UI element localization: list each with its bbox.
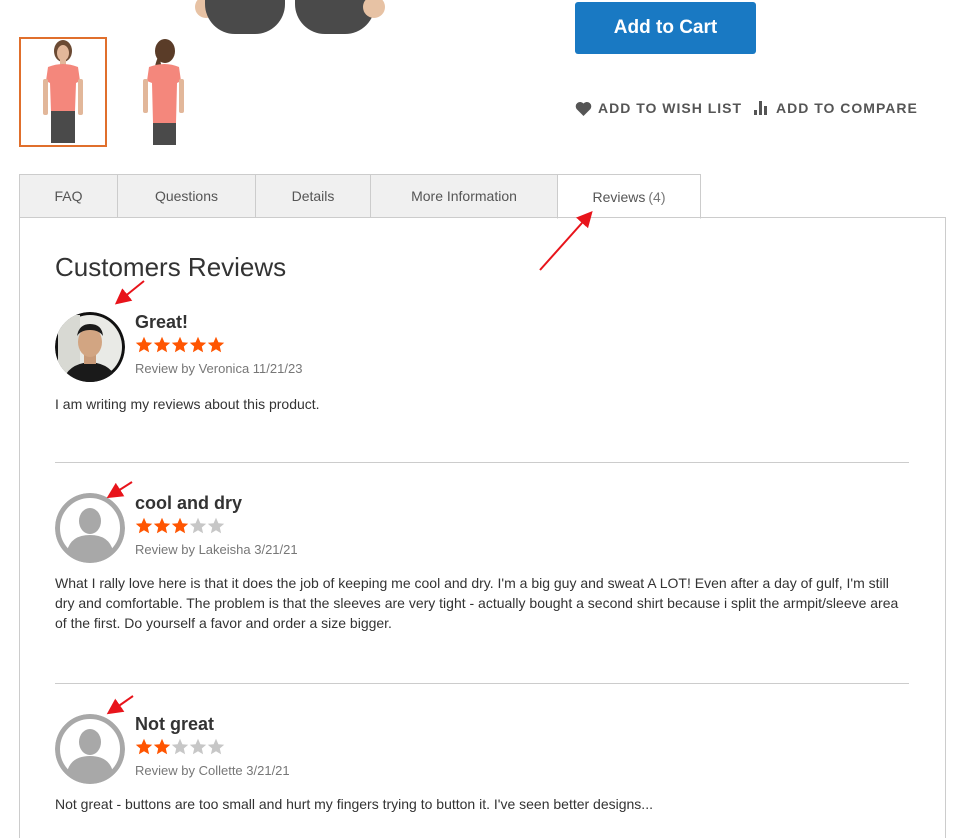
- heart-icon: [575, 101, 592, 116]
- user-placeholder-icon: [55, 493, 125, 563]
- review-title: Not great: [135, 714, 215, 734]
- rating-stars: [135, 336, 225, 354]
- star-filled-icon: [135, 738, 153, 755]
- star-filled-icon: [153, 738, 171, 755]
- reviews-heading: Customers Reviews: [55, 252, 287, 282]
- star-empty-icon: [189, 517, 207, 534]
- compare-icon: [754, 101, 767, 115]
- tab-label: FAQ: [54, 188, 83, 204]
- product-thumbnail-back[interactable]: [120, 37, 206, 145]
- review-item: Great! Review by Veronica 11/21/23 I am …: [55, 312, 910, 422]
- reviews-count: (4): [648, 188, 666, 205]
- review-item: cool and dry Review by Lakeisha 3/21/21 …: [55, 493, 910, 653]
- star-empty-icon: [171, 738, 189, 755]
- review-byline: Review by Lakeisha 3/21/21: [135, 542, 298, 557]
- star-filled-icon: [153, 336, 171, 353]
- reviewer-avatar: [55, 714, 125, 784]
- reviewer-photo: [55, 312, 125, 382]
- review-item: Not great Review by Collette 3/21/21 Not…: [55, 714, 910, 822]
- star-filled-icon: [189, 336, 207, 353]
- leg-shape: [205, 0, 285, 34]
- star-empty-icon: [207, 738, 225, 755]
- add-to-wishlist-link[interactable]: ADD TO WISH LIST: [575, 100, 742, 116]
- tab-more-information[interactable]: More Information: [370, 174, 557, 218]
- review-divider: [55, 683, 909, 684]
- reviewer-avatar: [55, 312, 125, 382]
- review-byline: Review by Collette 3/21/21: [135, 763, 290, 778]
- tab-details[interactable]: Details: [255, 174, 370, 218]
- review-divider: [55, 462, 909, 463]
- star-empty-icon: [207, 517, 225, 534]
- star-filled-icon: [135, 517, 153, 534]
- rating-stars: [135, 517, 225, 535]
- star-filled-icon: [207, 336, 225, 353]
- hand-shape: [363, 0, 385, 18]
- product-main-image: [195, 0, 395, 34]
- add-to-cart-button[interactable]: Add to Cart: [575, 2, 756, 54]
- compare-label: ADD TO COMPARE: [776, 100, 918, 116]
- star-empty-icon: [189, 738, 207, 755]
- tab-reviews[interactable]: Reviews (4): [557, 174, 701, 219]
- product-thumbnail-front[interactable]: [19, 37, 107, 147]
- review-title: cool and dry: [135, 493, 243, 513]
- star-filled-icon: [171, 336, 189, 353]
- tab-questions[interactable]: Questions: [117, 174, 255, 218]
- tab-label: Questions: [154, 188, 219, 204]
- star-filled-icon: [153, 517, 171, 534]
- tab-label: Reviews: [592, 188, 646, 205]
- tab-faq[interactable]: FAQ: [19, 174, 117, 218]
- review-text: What I rally love here is that it does t…: [55, 575, 899, 631]
- reviewer-avatar: [55, 493, 125, 563]
- wishlist-label: ADD TO WISH LIST: [598, 100, 743, 116]
- review-text: I am writing my reviews about this produ…: [55, 396, 320, 412]
- review-text: Not great - buttons are too small and hu…: [55, 796, 653, 812]
- star-filled-icon: [171, 517, 189, 534]
- star-filled-icon: [135, 336, 153, 353]
- model-front-image: [43, 40, 83, 143]
- rating-stars: [135, 738, 225, 756]
- model-back-image: [143, 39, 184, 145]
- user-placeholder-icon: [55, 714, 125, 784]
- tab-label: More Information: [411, 188, 517, 204]
- add-to-compare-link[interactable]: ADD TO COMPARE: [754, 100, 918, 116]
- review-byline: Review by Veronica 11/21/23: [135, 361, 303, 376]
- tab-label: Details: [291, 188, 335, 204]
- review-title: Great!: [135, 312, 189, 332]
- product-info-tabs: FAQ Questions Details More Information R…: [19, 174, 701, 219]
